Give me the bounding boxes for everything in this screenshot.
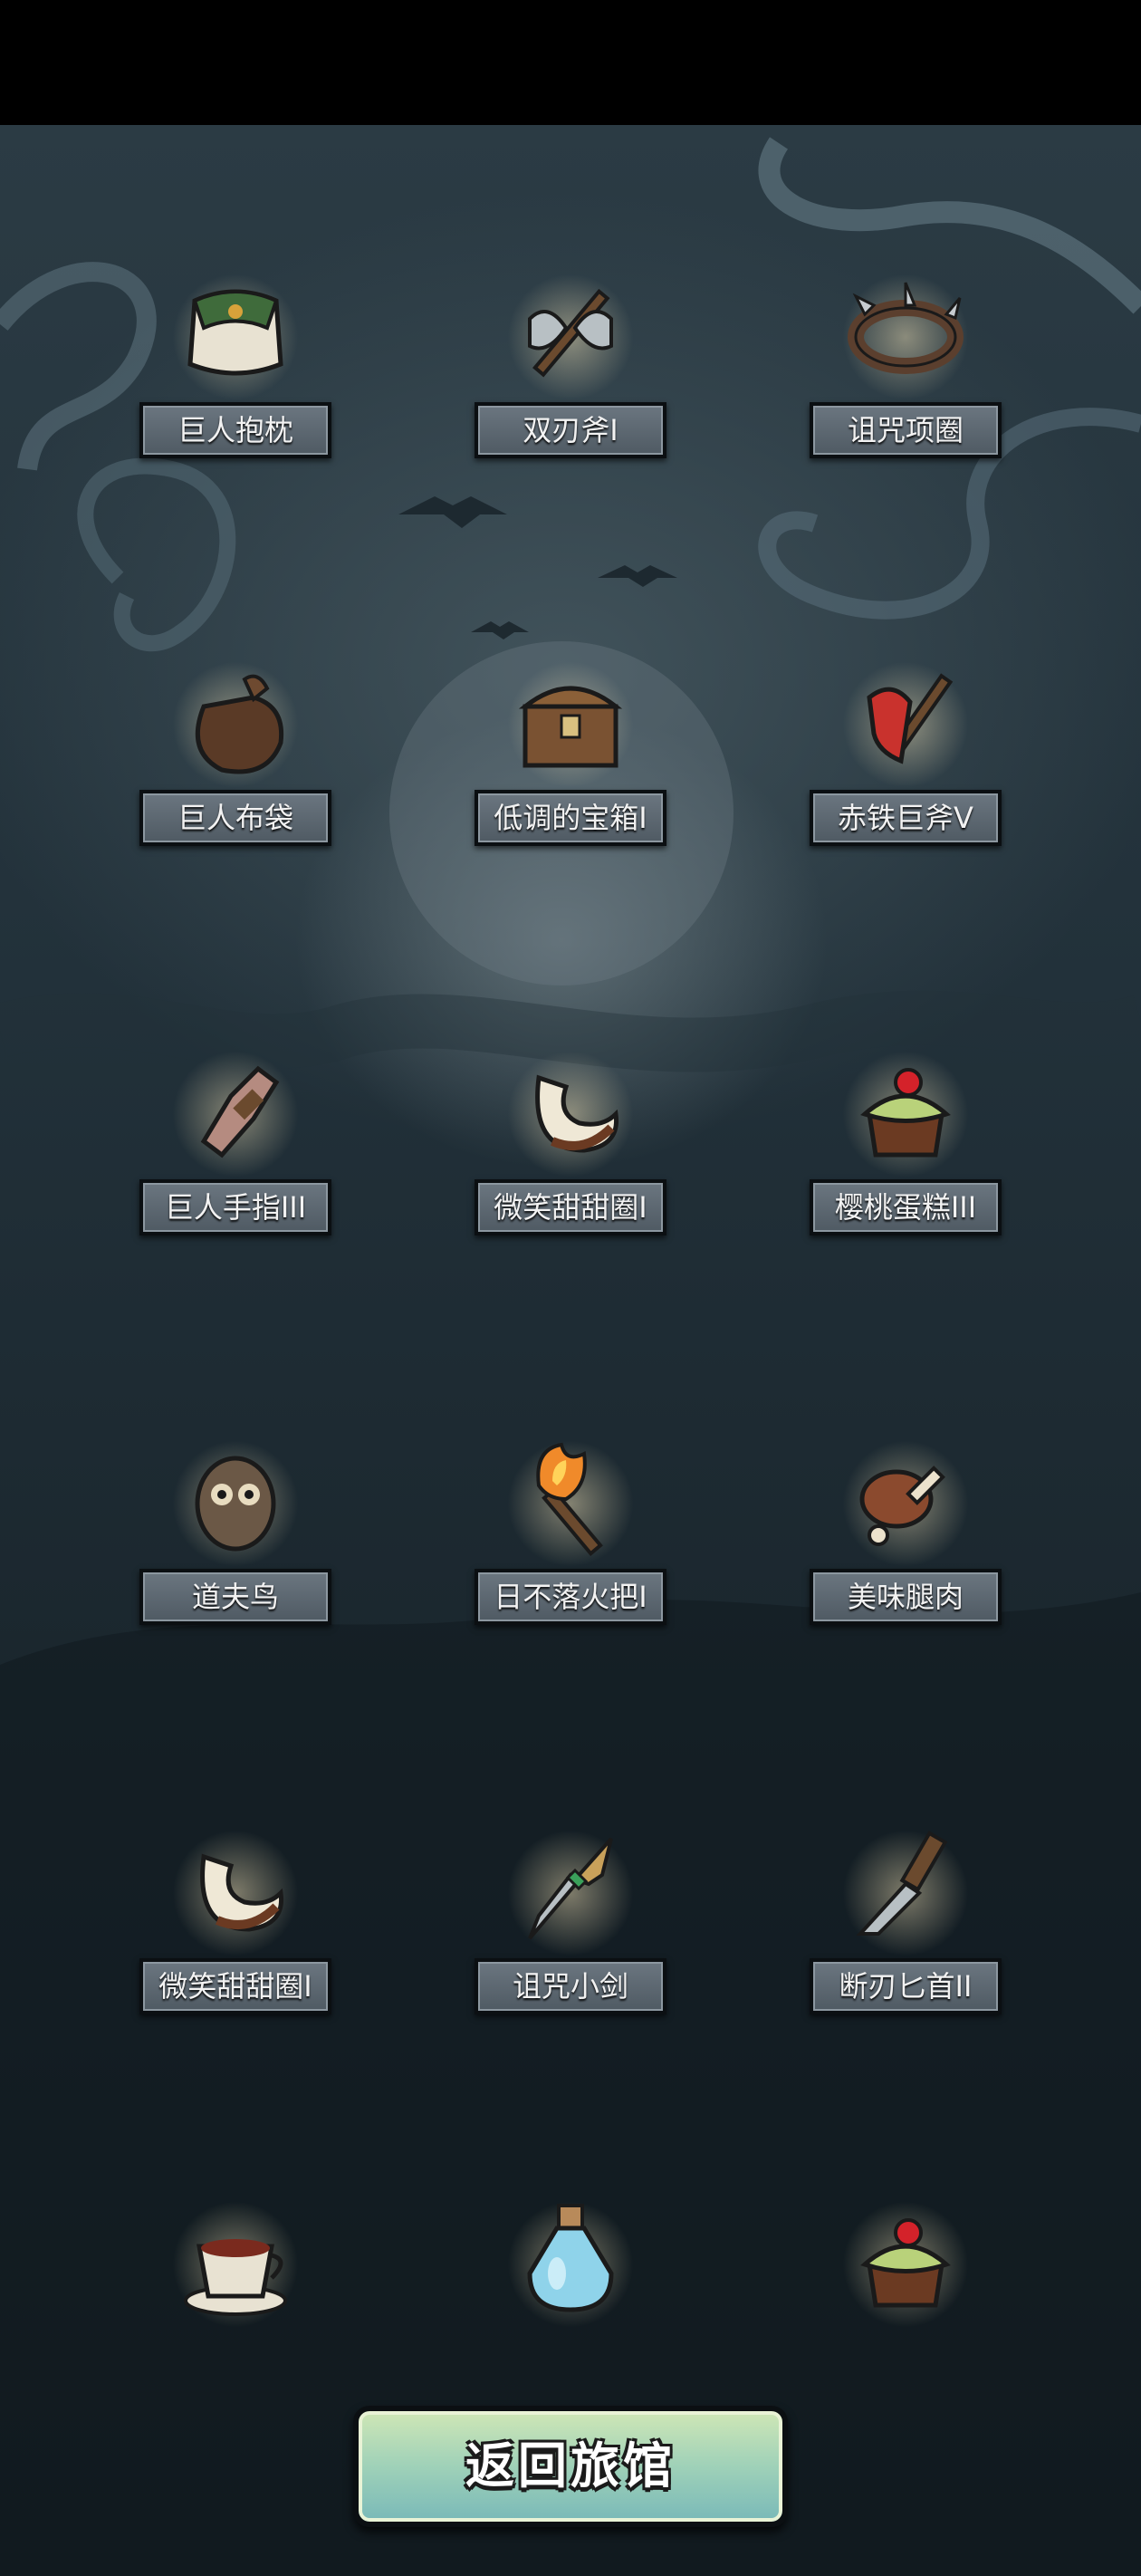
item-name-label: 低调的宝箱I [475,790,666,846]
cursed-dagger-icon [503,1821,638,1956]
item-name-label: 双刃斧I [475,402,666,458]
item-slot[interactable]: 断刃匕首II [806,1802,1005,2038]
item-slot[interactable]: 巨人布袋 [136,634,335,870]
double-axe-icon [503,264,638,400]
item-slot[interactable]: 道夫鸟 [136,1413,335,1648]
cherry-cake-icon [838,1042,973,1177]
item-name-label: 微笑甜甜圈I [475,1179,666,1235]
treasure-chest-icon [503,652,638,788]
item-slot[interactable]: 赤铁巨斧V [806,634,1005,870]
item-slot[interactable]: 日不落火把I [471,1413,670,1648]
broken-dagger-icon [838,1821,973,1956]
item-slot[interactable]: 双刃斧I [471,246,670,482]
potion-bottle-icon [503,2192,638,2328]
item-name-label: 微笑甜甜圈I [139,1958,331,2014]
item-slot[interactable]: 诅咒项圈 [806,246,1005,482]
item-slot[interactable]: 微笑甜甜圈I [471,1024,670,1259]
item-slot[interactable] [136,2174,335,2409]
item-name-label: 巨人抱枕 [139,402,331,458]
donut-icon [503,1042,638,1177]
sack-icon [168,652,303,788]
item-slot[interactable]: 低调的宝箱I [471,634,670,870]
item-slot[interactable] [471,2174,670,2409]
item-slot[interactable] [806,2174,1005,2409]
red-axe-icon [838,652,973,788]
item-name-label: 巨人手指III [139,1179,331,1235]
item-slot[interactable]: 巨人抱枕 [136,246,335,482]
item-name-label: 诅咒小剑 [475,1958,666,2014]
item-name-label: 道夫鸟 [139,1569,331,1625]
item-slot[interactable]: 诅咒小剑 [471,1802,670,2038]
item-name-label: 樱桃蛋糕III [810,1179,1002,1235]
giant-finger-icon [168,1042,303,1177]
owl-icon [168,1431,303,1567]
item-slot[interactable]: 樱桃蛋糕III [806,1024,1005,1259]
item-slot[interactable]: 微笑甜甜圈I [136,1802,335,2038]
item-name-label: 日不落火把I [475,1569,666,1625]
drumstick-icon [838,1431,973,1567]
return-to-inn-button[interactable]: 返回旅馆 [353,2406,788,2527]
item-name-label: 美味腿肉 [810,1569,1002,1625]
item-slot[interactable]: 美味腿肉 [806,1413,1005,1648]
item-name-label: 巨人布袋 [139,790,331,846]
spiked-collar-icon [838,264,973,400]
cherry-cake-icon [838,2192,973,2328]
torch-icon [503,1431,638,1567]
item-slot[interactable]: 巨人手指III [136,1024,335,1259]
item-name-label: 诅咒项圈 [810,402,1002,458]
tea-cup-icon [168,2192,303,2328]
donut-icon [168,1821,303,1956]
item-name-label: 断刃匕首II [810,1958,1002,2014]
pillow-icon [168,264,303,400]
top-black-bar [0,0,1141,125]
item-name-label: 赤铁巨斧V [810,790,1002,846]
